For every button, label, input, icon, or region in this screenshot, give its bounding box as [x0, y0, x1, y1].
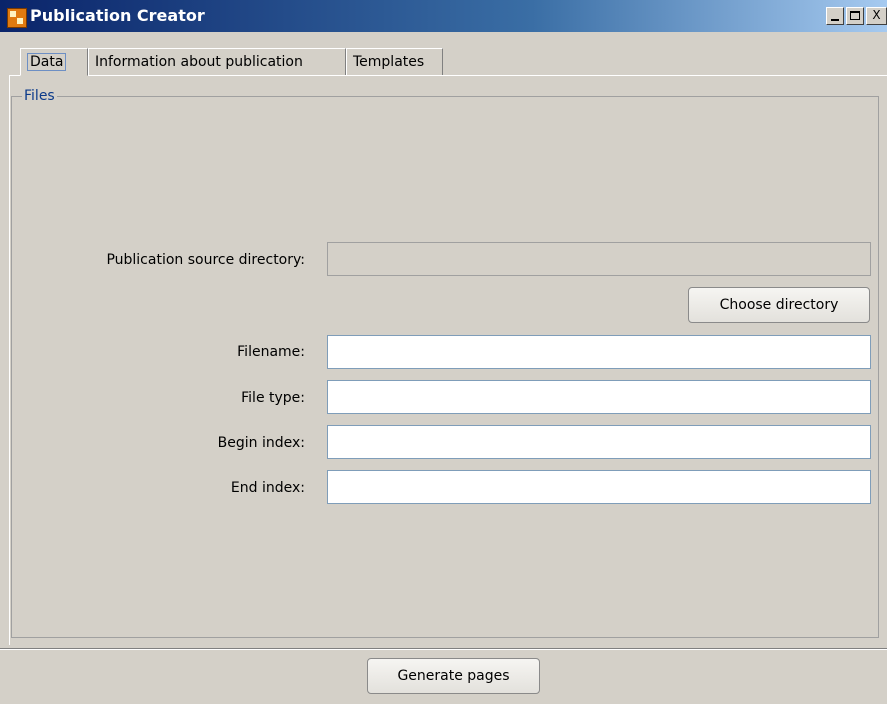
file-type-input[interactable]	[327, 380, 871, 414]
separator-highlight	[0, 649, 887, 650]
source-dir-field	[327, 242, 871, 276]
title-bar[interactable]: Publication Creator X	[0, 0, 887, 32]
app-icon	[7, 8, 27, 28]
close-button[interactable]: X	[866, 7, 887, 25]
filename-input[interactable]	[327, 335, 871, 369]
filename-label: Filename:	[237, 344, 305, 360]
minimize-icon	[831, 19, 839, 21]
maximize-icon	[850, 11, 860, 20]
window-title: Publication Creator	[30, 6, 205, 25]
choose-directory-button[interactable]: Choose directory	[688, 287, 870, 323]
generate-pages-button[interactable]: Generate pages	[367, 658, 540, 694]
maximize-button[interactable]	[846, 7, 864, 25]
tab-templates[interactable]: Templates	[346, 48, 443, 76]
end-index-label: End index:	[230, 480, 305, 496]
begin-index-label: Begin index:	[217, 435, 305, 451]
file-type-label: File type:	[241, 390, 305, 406]
files-legend: Files	[22, 87, 57, 105]
tab-information-about-publication[interactable]: Information about publication	[88, 48, 346, 76]
begin-index-input[interactable]	[327, 425, 871, 459]
close-icon: X	[872, 8, 881, 22]
minimize-button[interactable]	[826, 7, 844, 25]
tab-data[interactable]: Data	[20, 48, 88, 76]
end-index-input[interactable]	[327, 470, 871, 504]
source-dir-label: Publication source directory:	[106, 252, 305, 268]
